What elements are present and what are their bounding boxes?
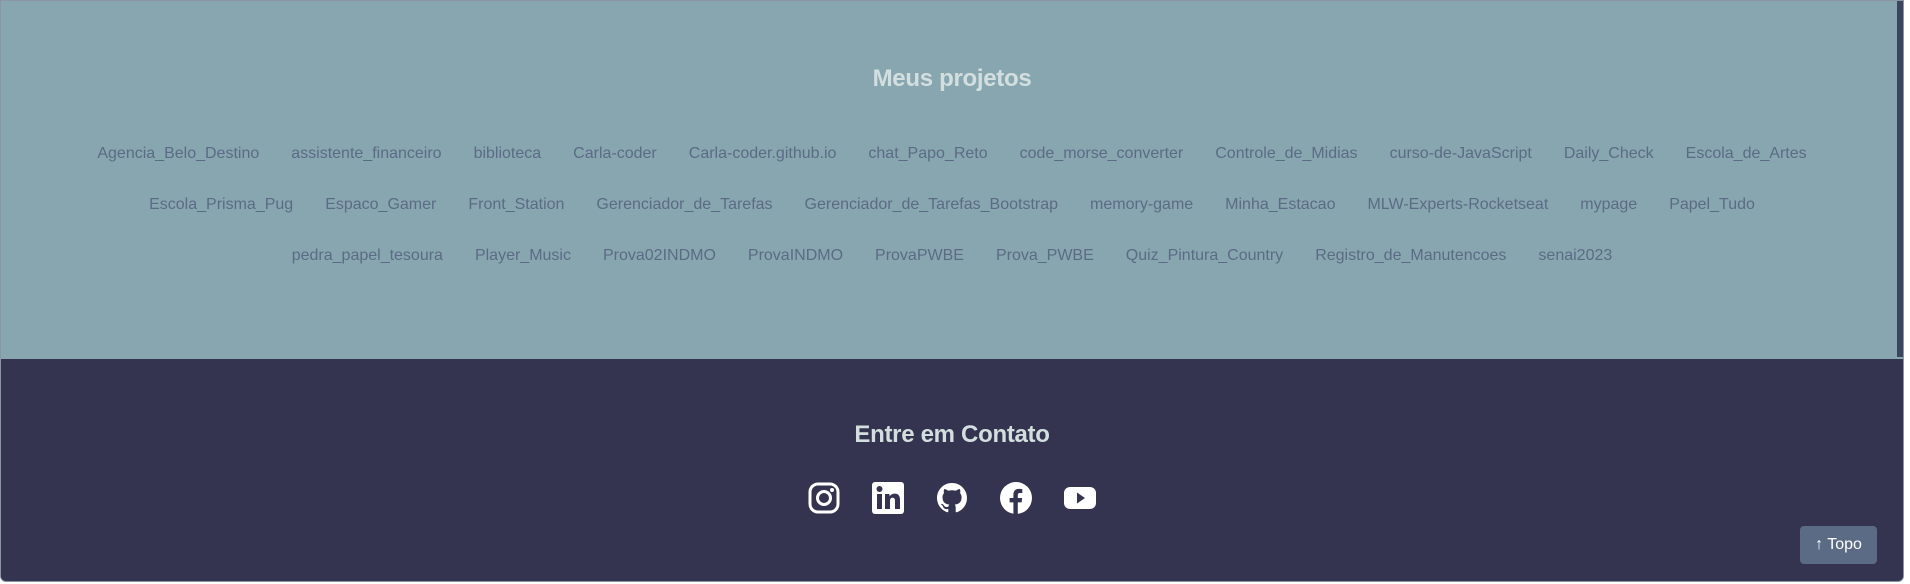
facebook-link[interactable] [999,481,1033,515]
project-link[interactable]: code_morse_converter [1020,139,1184,168]
contact-section: Entre em Contato ↑ Topo [1,359,1903,581]
project-link[interactable]: assistente_financeiro [291,139,441,168]
contact-title: Entre em Contato [854,421,1050,448]
project-link[interactable]: Prova02INDMO [603,241,716,270]
projects-title: Meus projetos [872,65,1032,92]
project-link[interactable]: Carla-coder.github.io [689,139,837,168]
project-link[interactable]: Carla-coder [573,139,657,168]
github-link[interactable] [935,481,969,515]
project-link[interactable]: Prova_PWBE [996,241,1094,270]
page-frame: Meus projetos Agencia_Belo_Destino assis… [0,0,1904,582]
projects-section: Meus projetos Agencia_Belo_Destino assis… [1,1,1903,359]
project-link[interactable]: ProvaPWBE [875,241,964,270]
linkedin-icon [872,482,904,514]
project-link[interactable]: Papel_Tudo [1669,190,1755,219]
project-link[interactable]: MLW-Experts-Rocketseat [1367,190,1548,219]
project-link[interactable]: pedra_papel_tesoura [292,241,443,270]
project-link[interactable]: Controle_de_Midias [1215,139,1357,168]
youtube-link[interactable] [1063,481,1097,515]
project-link[interactable]: Front_Station [468,190,564,219]
project-link[interactable]: Daily_Check [1564,139,1654,168]
scrollbar[interactable] [1897,1,1903,357]
facebook-icon [1000,482,1032,514]
project-link[interactable]: senai2023 [1538,241,1612,270]
instagram-icon [808,482,840,514]
project-link[interactable]: ProvaINDMO [748,241,843,270]
project-link[interactable]: Registro_de_Manutencoes [1315,241,1506,270]
project-link[interactable]: curso-de-JavaScript [1390,139,1532,168]
project-link[interactable]: mypage [1580,190,1637,219]
github-icon [937,483,967,513]
youtube-icon [1064,487,1096,509]
project-link[interactable]: Escola_de_Artes [1686,139,1807,168]
project-link[interactable]: Espaco_Gamer [325,190,436,219]
project-link[interactable]: Agencia_Belo_Destino [97,139,259,168]
project-link[interactable]: chat_Papo_Reto [868,139,987,168]
instagram-link[interactable] [807,481,841,515]
project-link[interactable]: biblioteca [474,139,542,168]
project-link[interactable]: memory-game [1090,190,1193,219]
project-link[interactable]: Player_Music [475,241,571,270]
linkedin-link[interactable] [871,481,905,515]
project-link[interactable]: Gerenciador_de_Tarefas [596,190,772,219]
social-links [1,481,1903,515]
project-link[interactable]: Minha_Estacao [1225,190,1335,219]
project-link[interactable]: Gerenciador_de_Tarefas_Bootstrap [805,190,1059,219]
project-link[interactable]: Quiz_Pintura_Country [1126,241,1283,270]
back-to-top-button[interactable]: ↑ Topo [1800,526,1877,564]
project-link[interactable]: Escola_Prisma_Pug [149,190,293,219]
project-list: Agencia_Belo_Destino assistente_financei… [81,139,1823,270]
